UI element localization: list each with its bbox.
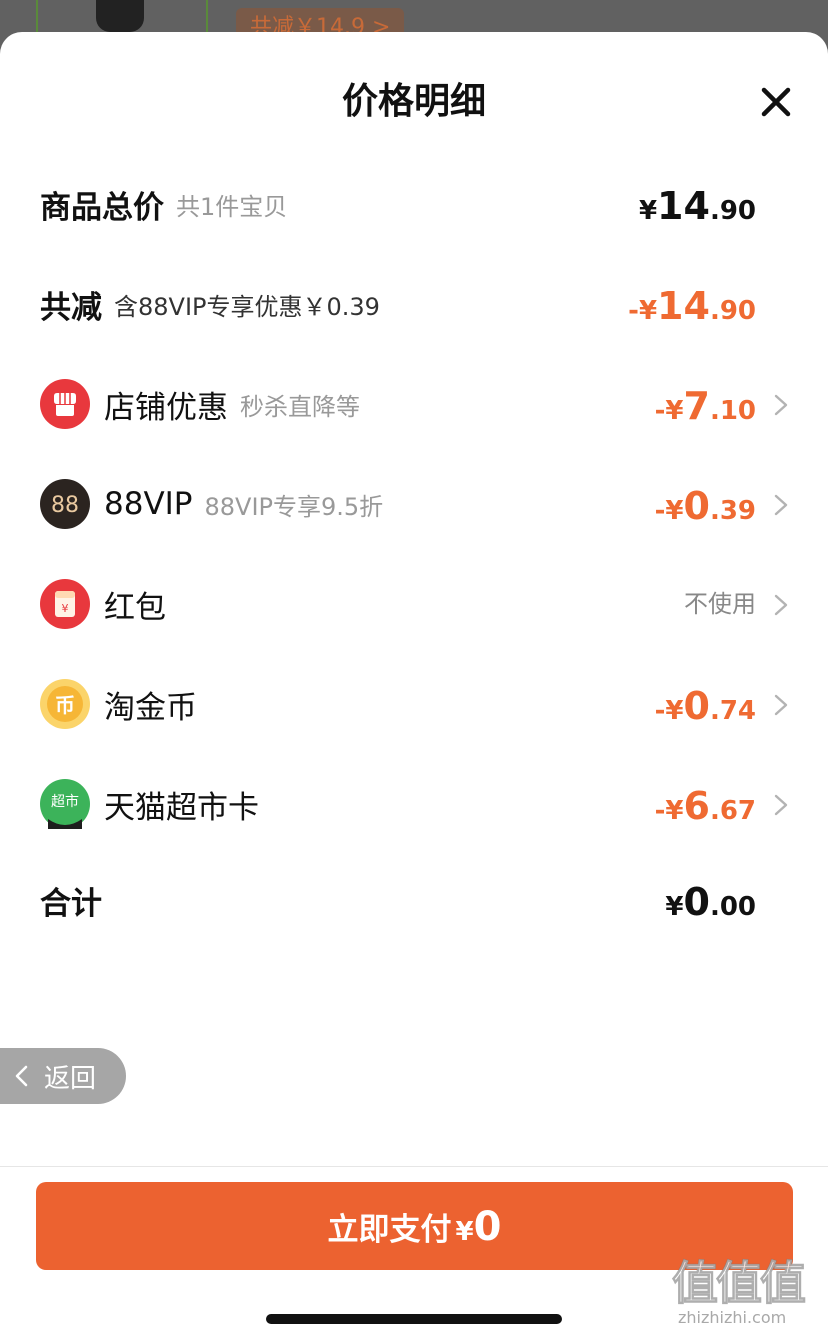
row-sublabel: 秒杀直降等 — [240, 392, 360, 421]
88vip-amount: -¥ 0 .39 — [655, 474, 756, 534]
chevron-right-icon — [772, 593, 790, 617]
row-label: 店铺优惠 — [104, 389, 228, 426]
88vip-icon: 88 — [40, 479, 90, 529]
row-tao-coin[interactable]: 币 淘金币 -¥ 0 .74 — [0, 674, 828, 734]
currency-symbol: -¥ — [654, 396, 684, 426]
currency-symbol: -¥ — [654, 496, 684, 526]
chevron-right-icon — [772, 393, 790, 417]
chevron-left-icon — [15, 1065, 28, 1087]
amount-decimal: .90 — [709, 296, 756, 326]
row-sum: 合计 ¥ 0 .00 — [0, 870, 828, 930]
pay-amount: 0 — [473, 1204, 502, 1250]
close-button[interactable] — [754, 80, 798, 124]
coin-icon-text: 币 — [55, 693, 75, 717]
home-indicator — [266, 1314, 562, 1324]
row-goods-total: 商品总价 共1件宝贝 ¥ 14 .90 — [0, 174, 828, 234]
tao-coin-amount: -¥ 0 .74 — [655, 674, 756, 734]
amount-integer: 14 — [657, 284, 710, 328]
row-sublabel: 含88VIP专享优惠￥0.39 — [114, 292, 380, 321]
amount-decimal: .00 — [709, 892, 756, 922]
row-total-reduction: 共减 含88VIP专享优惠￥0.39 -¥ 14 .90 — [0, 274, 828, 334]
currency-symbol: -¥ — [654, 696, 684, 726]
tmall-icon-text: 超市 — [51, 793, 79, 810]
88vip-icon-text: 88 — [51, 493, 79, 518]
amount-integer: 0 — [683, 484, 710, 528]
row-shop-discount[interactable]: 店铺优惠 秒杀直降等 -¥ 7 .10 — [0, 374, 828, 434]
footer-divider — [0, 1166, 828, 1167]
coin-icon: 币 — [40, 679, 90, 729]
row-88vip[interactable]: 88 88VIP 88VIP专享9.5折 -¥ 0 .39 — [0, 474, 828, 534]
chevron-right-icon — [772, 793, 790, 817]
chevron-right-icon — [772, 693, 790, 717]
background-product-image — [96, 0, 144, 32]
amount-decimal: .39 — [709, 496, 756, 526]
row-tmall-supermarket-card[interactable]: 超市 天猫超市卡 -¥ 6 .67 — [0, 774, 828, 834]
amount-integer: 14 — [657, 184, 710, 228]
back-button-label: 返回 — [44, 1063, 97, 1094]
chevron-right-icon — [772, 493, 790, 517]
sheet-title: 价格明细 — [341, 81, 486, 122]
row-label: 合计 — [40, 885, 102, 922]
pay-currency: ¥ — [455, 1217, 474, 1247]
goods-total-amount: ¥ 14 .90 — [639, 174, 756, 234]
amount-decimal: .90 — [709, 196, 756, 226]
price-detail-sheet: 价格明细 商品总价 共1件宝贝 ¥ 14 .90 共减 含88VIP专享优惠￥0… — [0, 32, 828, 1342]
amount-decimal: .74 — [709, 696, 756, 726]
amount-decimal: .10 — [709, 396, 756, 426]
currency-symbol: ¥ — [665, 892, 684, 922]
row-sublabel: 88VIP专享9.5折 — [204, 492, 384, 521]
row-label: 淘金币 — [104, 689, 197, 726]
row-label: 天猫超市卡 — [104, 789, 259, 826]
row-label: 共减 — [40, 289, 102, 326]
back-button[interactable]: 返回 — [0, 1048, 126, 1104]
amount-decimal: .67 — [709, 796, 756, 826]
row-label: 商品总价 — [40, 189, 164, 226]
tmall-supermarket-icon: 超市 — [40, 779, 90, 829]
amount-integer: 6 — [683, 784, 710, 828]
currency-symbol: -¥ — [654, 796, 684, 826]
red-packet-icon-text: ¥ — [62, 602, 69, 615]
red-packet-status: 不使用 — [684, 590, 756, 618]
amount-integer: 0 — [683, 684, 710, 728]
total-reduction-amount: -¥ 14 .90 — [628, 274, 756, 334]
red-packet-icon: ¥ — [40, 579, 90, 629]
shop-icon — [40, 379, 90, 429]
close-icon — [761, 87, 791, 117]
row-label: 红包 — [104, 589, 166, 626]
currency-symbol: -¥ — [628, 296, 658, 326]
row-label: 88VIP — [104, 486, 193, 522]
sum-amount: ¥ 0 .00 — [665, 870, 756, 930]
shop-discount-amount: -¥ 7 .10 — [655, 374, 756, 434]
amount-integer: 7 — [683, 384, 710, 428]
pay-button-label: 立即支付 — [327, 1212, 452, 1248]
row-sublabel: 共1件宝贝 — [176, 192, 288, 221]
currency-symbol: ¥ — [638, 196, 658, 226]
pay-now-button[interactable]: 立即支付 ¥ 0 — [36, 1182, 793, 1270]
tmall-card-amount: -¥ 6 .67 — [655, 774, 756, 834]
row-red-packet[interactable]: ¥ 红包 不使用 — [0, 574, 828, 634]
amount-integer: 0 — [683, 880, 710, 924]
